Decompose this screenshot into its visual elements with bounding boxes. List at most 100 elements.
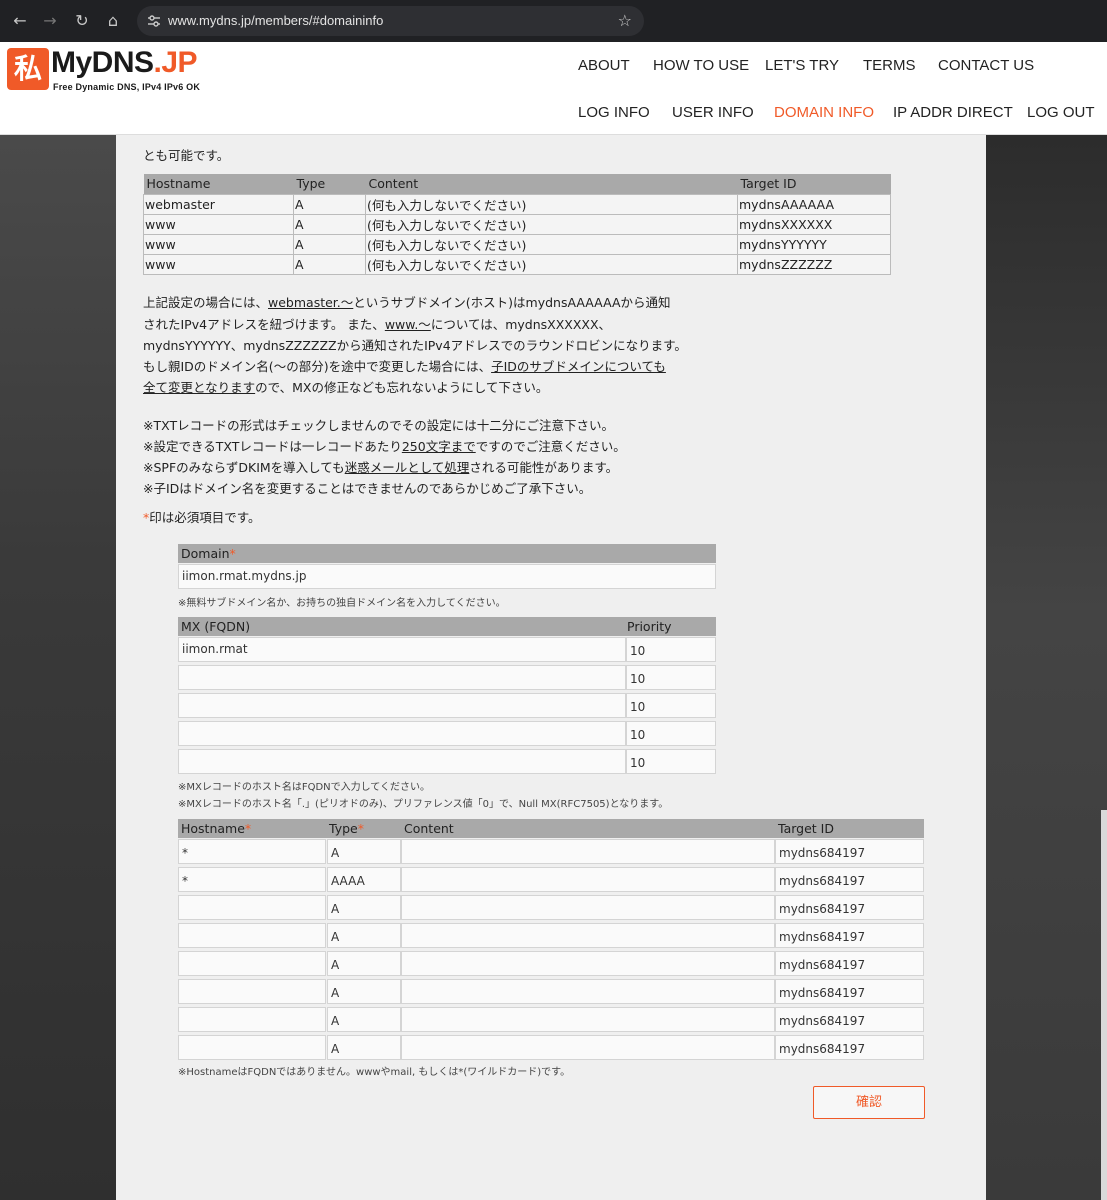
rec-type-select[interactable]: A <box>327 979 401 1004</box>
rec-target-id-input[interactable]: mydns684197 <box>775 923 924 948</box>
nav-log-out[interactable]: LOG OUT <box>1027 104 1095 121</box>
rec-content-input[interactable] <box>401 951 775 976</box>
col-content: Content <box>365 174 738 194</box>
mx-label: MX (FQDN) <box>181 619 251 634</box>
rec-content-input[interactable] <box>401 839 775 864</box>
domain-note: ※無料サブドメイン名か、お持ちの独自ドメイン名を入力してください。 <box>178 598 506 609</box>
intro-text: とも可能です。 <box>143 148 230 163</box>
rec-type-select[interactable]: A <box>327 1035 401 1060</box>
note-line: ※SPFのみならずDKIMを導入しても迷惑メールとして処理される可能性があります… <box>143 460 619 475</box>
col-target-id: Target ID <box>737 174 891 194</box>
table-row: www A (何も入力しないでください) mydnsYYYYYY <box>143 233 891 255</box>
rec-content-input[interactable] <box>401 895 775 920</box>
logo-tagline: Free Dynamic DNS, IPv4 IPv6 OK <box>53 82 201 92</box>
mx-priority-input[interactable]: 10 <box>626 693 716 718</box>
site-settings-icon[interactable] <box>146 13 162 29</box>
rec-content-input[interactable] <box>401 923 775 948</box>
explain-line: されたIPv4アドレスを紐づけます。 また、www.～については、mydnsXX… <box>143 317 612 332</box>
site-header: 私 MyDNS.JP Free Dynamic DNS, IPv4 IPv6 O… <box>0 42 1107 135</box>
rec-target-id-input[interactable]: mydns684197 <box>775 1007 924 1032</box>
rec-target-id-input[interactable]: mydns684197 <box>775 979 924 1004</box>
site-logo[interactable]: 私 MyDNS.JP Free Dynamic DNS, IPv4 IPv6 O… <box>7 46 207 98</box>
note-line: ※TXTレコードの形式はチェックしませんのでその設定には十二分にご注意下さい。 <box>143 418 614 433</box>
note-line: ※設定できるTXTレコードは一レコードあたり250文字までですのでご注意ください… <box>143 439 626 454</box>
page-background-left <box>0 135 116 1200</box>
rec-target-id-input[interactable]: mydns684197 <box>775 1035 924 1060</box>
rec-col-content: Content <box>404 821 454 836</box>
records-header: Hostname* Type* Content Target ID <box>178 819 924 838</box>
rec-content-input[interactable] <box>401 979 775 1004</box>
rec-target-id-input[interactable]: mydns684197 <box>775 867 924 892</box>
explain-line: 全て変更となりますので、MXの修正なども忘れないようにして下さい。 <box>143 380 549 395</box>
nav-ip-addr-direct[interactable]: IP ADDR DIRECT <box>893 104 1013 121</box>
mx-priority-input[interactable]: 10 <box>626 665 716 690</box>
rec-hostname-input[interactable] <box>178 923 326 948</box>
nav-about[interactable]: ABOUT <box>578 57 630 74</box>
note-line: ※子IDはドメイン名を変更することはできませんのであらかじめご了承下さい。 <box>143 481 592 496</box>
mx-host-input[interactable]: iimon.rmat <box>178 637 626 662</box>
bookmark-star-icon[interactable]: ☆ <box>618 11 632 30</box>
reload-icon[interactable]: ↻ <box>70 9 94 33</box>
rec-type-select[interactable]: A <box>327 895 401 920</box>
mx-host-input[interactable] <box>178 749 626 774</box>
domain-label: Domain* <box>178 544 716 563</box>
mx-header: MX (FQDN) Priority <box>178 617 716 636</box>
table-row: www A (何も入力しないでください) mydnsZZZZZZ <box>143 253 891 275</box>
mx-host-input[interactable] <box>178 693 626 718</box>
nav-terms[interactable]: TERMS <box>863 57 916 74</box>
address-bar[interactable]: www.mydns.jp/members/#domaininfo ☆ <box>137 6 644 36</box>
rec-target-id-input[interactable]: mydns684197 <box>775 951 924 976</box>
rec-col-hostname: Hostname* <box>181 821 252 836</box>
rec-hostname-input[interactable] <box>178 1035 326 1060</box>
rec-hostname-input[interactable] <box>178 951 326 976</box>
rec-target-id-input[interactable]: mydns684197 <box>775 839 924 864</box>
rec-target-id-input[interactable]: mydns684197 <box>775 895 924 920</box>
mx-note: ※MXレコードのホスト名はFQDNで入力してください。 <box>178 782 431 793</box>
rec-content-input[interactable] <box>401 1007 775 1032</box>
rec-hostname-input[interactable] <box>178 979 326 1004</box>
explain-line: 上記設定の場合には、webmaster.～というサブドメイン(ホスト)はmydn… <box>143 295 671 310</box>
mx-host-input[interactable] <box>178 721 626 746</box>
rec-content-input[interactable] <box>401 867 775 892</box>
nav-how-to-use[interactable]: HOW TO USE <box>653 57 749 74</box>
col-hostname: Hostname <box>143 174 294 194</box>
mx-priority-input[interactable]: 10 <box>626 721 716 746</box>
rec-hostname-input[interactable] <box>178 895 326 920</box>
rec-content-input[interactable] <box>401 1035 775 1060</box>
scrollbar[interactable] <box>1101 810 1107 1200</box>
nav-log-info[interactable]: LOG INFO <box>578 104 650 121</box>
confirm-button[interactable]: 確認 <box>813 1086 925 1119</box>
nav-contact-us[interactable]: CONTACT US <box>938 57 1034 74</box>
nav-user-info[interactable]: USER INFO <box>672 104 754 121</box>
explain-line: もし親IDのドメイン名(～の部分)を途中で変更した場合には、子IDのサブドメイン… <box>143 359 666 374</box>
nav-lets-try[interactable]: LET'S TRY <box>765 57 839 74</box>
mx-note: ※MXレコードのホスト名「.」(ピリオドのみ)、プリファレンス値「0」で、Nul… <box>178 799 669 810</box>
required-note: *印は必須項目です。 <box>143 510 261 525</box>
url-text: www.mydns.jp/members/#domaininfo <box>168 13 384 28</box>
rec-hostname-input[interactable] <box>178 1007 326 1032</box>
rec-type-select[interactable]: A <box>327 951 401 976</box>
explain-line: mydnsYYYYYY、mydnsZZZZZZから通知されたIPv4アドレスでの… <box>143 338 687 353</box>
rec-type-select[interactable]: A <box>327 839 401 864</box>
home-icon[interactable]: ⌂ <box>101 9 125 33</box>
rec-col-type: Type* <box>329 821 364 836</box>
logo-mark-icon: 私 <box>7 48 49 90</box>
rec-type-select[interactable]: A <box>327 1007 401 1032</box>
forward-icon[interactable]: → <box>38 9 62 33</box>
example-table: Hostname Type Content Target ID webmaste… <box>143 174 891 275</box>
rec-type-select[interactable]: AAAA <box>327 867 401 892</box>
rec-type-select[interactable]: A <box>327 923 401 948</box>
domain-input[interactable]: iimon.rmat.mydns.jp <box>178 564 716 589</box>
rec-hostname-input[interactable]: * <box>178 867 326 892</box>
back-icon[interactable]: ← <box>8 9 32 33</box>
table-row: www A (何も入力しないでください) mydnsXXXXXX <box>143 213 891 235</box>
mx-host-input[interactable] <box>178 665 626 690</box>
mx-priority-input[interactable]: 10 <box>626 637 716 662</box>
records-note: ※HostnameはFQDNではありません。wwwやmail, もしくは*(ワイ… <box>178 1067 571 1078</box>
nav-domain-info[interactable]: DOMAIN INFO <box>774 104 874 121</box>
rec-hostname-input[interactable]: * <box>178 839 326 864</box>
mx-priority-input[interactable]: 10 <box>626 749 716 774</box>
rec-col-target-id: Target ID <box>778 821 834 836</box>
priority-label: Priority <box>627 619 672 634</box>
col-type: Type <box>293 174 366 194</box>
